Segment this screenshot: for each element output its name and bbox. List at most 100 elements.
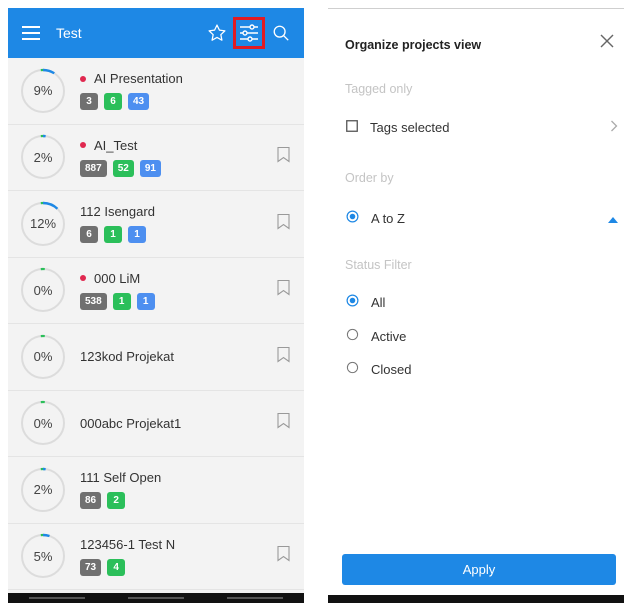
status-radio-active[interactable] xyxy=(346,328,359,344)
status-option-label: Closed xyxy=(371,361,412,377)
count-badge: 86 xyxy=(80,492,102,510)
project-name-text: 111 Self Open xyxy=(80,470,162,486)
progress-ring: 0% xyxy=(20,400,66,446)
tagged-only-header: Tagged only xyxy=(345,82,413,96)
count-badge: 1 xyxy=(112,292,131,310)
status-radio-all[interactable] xyxy=(346,294,359,310)
menu-icon[interactable] xyxy=(22,26,40,40)
badge-group: 73 4 xyxy=(80,558,304,576)
count-badge: 4 xyxy=(107,558,126,576)
bookmark-icon[interactable] xyxy=(277,413,290,434)
project-name: 000 LiM xyxy=(80,271,304,286)
tags-checkbox[interactable] xyxy=(346,120,358,135)
bookmark-icon[interactable] xyxy=(277,546,290,567)
project-row[interactable]: 5% 123456-1 Test N 73 4 xyxy=(8,524,304,590)
count-badge: 3 xyxy=(80,93,98,111)
badge-group: 86 2 xyxy=(80,492,304,510)
project-list: 9% AI Presentation 3 6 43 2% AI_Test 887 52 91 12%… xyxy=(8,58,304,590)
filter-sliders-icon[interactable] xyxy=(233,17,265,49)
count-badge: 6 xyxy=(80,226,98,244)
project-info: 123456-1 Test N 73 4 xyxy=(80,537,304,576)
caret-up-icon[interactable] xyxy=(608,211,618,226)
project-name: 112 Isengard xyxy=(80,204,304,219)
chevron-right-icon xyxy=(610,120,618,135)
search-icon[interactable] xyxy=(268,20,294,46)
project-info: 111 Self Open 86 2 xyxy=(80,470,304,510)
unread-dot xyxy=(80,142,86,149)
project-name-text: 112 Isengard xyxy=(80,204,155,220)
project-info: 112 Isengard 6 1 1 xyxy=(80,204,304,244)
order-a-to-z-option[interactable]: A to Z xyxy=(346,210,618,226)
project-name-text: 000abc Projekat1 xyxy=(80,415,182,431)
status-option-label: All xyxy=(371,294,386,310)
project-info: AI_Test 887 52 91 xyxy=(80,138,304,177)
panel-title: Organize projects view xyxy=(345,38,482,52)
count-badge: 538 xyxy=(80,292,107,310)
badge-group: 3 6 43 xyxy=(80,93,304,111)
badge-group: 887 52 91 xyxy=(80,159,304,177)
project-row[interactable]: 0% 000 LiM 538 1 1 xyxy=(8,258,304,324)
order-by-header: Order by xyxy=(345,171,394,185)
project-info: 000 LiM 538 1 1 xyxy=(80,271,304,310)
status-option-active[interactable]: Active xyxy=(346,328,406,344)
badge-group: 611 xyxy=(80,226,304,244)
project-name: 000abc Projekat1 xyxy=(80,416,304,431)
unread-dot xyxy=(80,275,86,282)
project-name-text: 123kod Projekat xyxy=(80,349,174,365)
progress-ring: 9% xyxy=(20,68,66,114)
bookmark-icon[interactable] xyxy=(277,280,290,301)
divider xyxy=(328,8,624,9)
project-row[interactable]: 12% 112 Isengard 6 1 1 xyxy=(8,191,304,258)
project-row[interactable]: 2% 111 Self Open 86 2 xyxy=(8,457,304,524)
project-info: 123kod Projekat xyxy=(80,349,304,364)
status-option-closed[interactable]: Closed xyxy=(346,361,411,377)
bookmark-icon[interactable] xyxy=(277,213,290,234)
count-badge: 52 xyxy=(112,159,134,177)
progress-ring: 0% xyxy=(20,267,66,313)
bookmark-icon[interactable] xyxy=(277,147,290,168)
system-nav-bar xyxy=(8,593,304,603)
progress-ring: 12% xyxy=(20,201,66,247)
project-name: AI_Test xyxy=(80,138,304,153)
count-badge: 43 xyxy=(128,93,150,111)
apply-button[interactable]: Apply xyxy=(342,554,616,585)
project-row[interactable]: 0% 123kod Projekat xyxy=(8,324,304,391)
project-name: 123456-1 Test N xyxy=(80,537,304,552)
app-bar: Test xyxy=(8,8,304,58)
projects-screen: Test 9% AI Presentation 3 6 43 2% AI_Test 887 52… xyxy=(8,8,304,603)
count-badge: 6 xyxy=(104,93,122,111)
progress-percent: 12% xyxy=(29,216,57,232)
organize-panel: Organize projects view Tagged only Tags … xyxy=(328,8,624,603)
count-badge: 1 xyxy=(104,226,122,244)
close-icon[interactable] xyxy=(600,34,614,53)
progress-percent: 0% xyxy=(33,349,53,365)
progress-ring: 5% xyxy=(20,533,66,579)
progress-ring: 0% xyxy=(20,334,66,380)
status-filter-header: Status Filter xyxy=(345,258,412,272)
bookmark-icon[interactable] xyxy=(277,346,290,367)
project-info: 000abc Projekat1 xyxy=(80,416,304,431)
project-name-text: 123456-1 Test N xyxy=(80,536,176,552)
count-badge: 1 xyxy=(136,292,155,310)
project-row[interactable]: 0% 000abc Projekat1 xyxy=(8,391,304,457)
count-badge: 887 xyxy=(80,159,107,177)
tags-selected-label: Tags selected xyxy=(370,120,450,135)
project-name: AI Presentation xyxy=(80,71,304,86)
page-title: Test xyxy=(56,25,82,41)
project-row[interactable]: 2% AI_Test 887 52 91 xyxy=(8,125,304,191)
project-row[interactable]: 9% AI Presentation 3 6 43 xyxy=(8,58,304,125)
progress-percent: 2% xyxy=(33,149,53,165)
star-icon[interactable] xyxy=(204,20,230,46)
project-name-text: 000 LiM xyxy=(94,270,141,286)
order-radio-selected[interactable] xyxy=(346,210,359,226)
status-option-label: Active xyxy=(371,328,407,344)
count-badge: 73 xyxy=(80,558,102,576)
status-radio-closed[interactable] xyxy=(346,361,359,377)
progress-ring: 2% xyxy=(20,134,66,180)
system-nav-bar xyxy=(328,595,624,603)
unread-dot xyxy=(80,75,86,82)
order-value-label: A to Z xyxy=(371,210,405,226)
status-option-all[interactable]: All xyxy=(346,294,385,310)
tags-selected-row[interactable]: Tags selected xyxy=(346,120,618,135)
project-name-text: AI_Test xyxy=(94,137,138,153)
